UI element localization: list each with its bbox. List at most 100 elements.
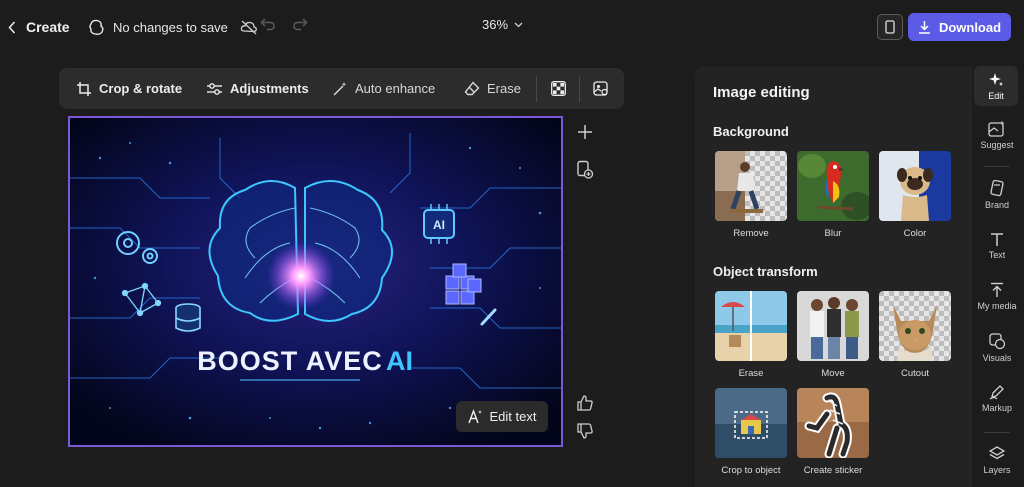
sliders-icon [207,82,222,95]
headline-text: BOOST AVEC [197,346,383,376]
obj-sticker-thumb [797,388,869,458]
rail-divider [984,432,1010,433]
auto-enhance-button[interactable]: Auto enhance [332,68,464,109]
eraser-icon [464,81,480,96]
rail-label-markup: Markup [981,403,1012,413]
thumbs-down-icon[interactable] [576,422,594,440]
rail-item-text[interactable]: Text [972,232,1022,260]
rail-item-my-media[interactable]: My media [972,282,1022,311]
adjustments-label: Adjustments [230,81,309,96]
download-button[interactable]: Download [908,13,1011,41]
rail-item-markup[interactable]: Markup [972,384,1022,413]
bg-color-thumb [879,151,951,221]
obj-crop-thumb [715,388,787,458]
obj-sticker-card[interactable]: Create sticker [797,388,869,476]
duplicate-page-icon[interactable] [576,160,594,179]
visuals-icon [988,333,1005,350]
rail-label-suggest: Suggest [980,140,1014,150]
rail-label-brand: Brand [984,200,1010,210]
bg-remove-card[interactable]: Remove [715,151,787,239]
cloud-off-icon [240,20,257,35]
rail-label-visuals: Visuals [982,353,1012,363]
bg-blur-label: Blur [824,228,842,239]
obj-sticker-label: Create sticker [803,465,863,476]
edit-text-label: Edit text [489,409,537,424]
rail-item-layers[interactable]: Layers [972,446,1022,475]
rail-label-layers: Layers [983,465,1011,475]
upload-icon [991,282,1003,297]
rail-label-text: Text [988,250,1006,260]
obj-crop-label: Crop to object [721,465,781,476]
rail-item-visuals[interactable]: Visuals [972,333,1022,363]
bg-remove-label: Remove [733,228,769,239]
zoom-value: 36% [482,17,509,32]
add-icon[interactable] [576,123,594,141]
magic-wand-icon [333,81,347,96]
ai-brain-illustration: AI BOOST AVEC AI [70,118,561,445]
chevron-left-icon [8,20,16,34]
chevron-down-icon [514,22,523,27]
rail-item-suggest[interactable]: Suggest [972,120,1022,150]
crop-rotate-button[interactable]: Crop & rotate [76,68,206,109]
rail-label-edit: Edit [988,90,1004,101]
erase-button[interactable]: Erase [464,68,536,109]
sync-icon [89,19,104,35]
bg-blur-card[interactable]: Blur [797,151,869,239]
obj-cutout-thumb [879,291,951,361]
text-icon [991,233,1003,246]
edit-text-button[interactable]: Edit text [456,401,548,432]
obj-erase-thumb [715,291,787,361]
back-label: Create [26,19,70,35]
sparkle-icon [989,72,1003,86]
adjustments-button[interactable]: Adjustments [206,68,332,109]
top-bar: Create No changes to save 36% Download [0,0,1024,55]
obj-move-card[interactable]: Move [797,291,869,379]
copy-button[interactable] [877,14,903,40]
redo-icon[interactable] [292,17,308,31]
obj-cutout-card[interactable]: Cutout [879,291,951,379]
erase-label: Erase [487,81,521,96]
rail-item-edit[interactable]: Edit [974,66,1018,106]
undo-icon[interactable] [260,17,276,31]
obj-move-thumb [797,291,869,361]
image-gear-icon [593,80,608,96]
rail-divider [984,166,1010,167]
thumbs-up-icon[interactable] [576,394,594,412]
obj-crop-card[interactable]: Crop to object [715,388,787,476]
copy-icon [885,19,895,34]
auto-enhance-label: Auto enhance [355,81,436,96]
bg-color-card[interactable]: Color [879,151,951,239]
panel-title: Image editing [713,84,810,101]
image-editing-panel: Image editing Background Remove Blur Col… [695,66,972,487]
side-rail: Edit Suggest Brand Text My media Visuals… [972,66,1024,487]
download-icon [918,21,930,34]
bg-color-label: Color [903,228,927,239]
headline-accent: AI [386,346,413,376]
checkerboard-icon [550,81,566,96]
bg-blur-thumb [797,151,869,221]
image-toolbar: Crop & rotate Adjustments Auto enhance E… [59,68,624,109]
canvas-image[interactable]: AI BOOST AVEC AI [68,116,563,447]
crop-icon [77,81,91,96]
ai-chip-label: AI [433,218,445,232]
object-transform-section-title: Object transform [713,264,818,279]
markup-icon [989,385,1004,400]
obj-cutout-label: Cutout [901,368,929,379]
download-label: Download [938,19,1002,35]
bg-remove-thumb [715,151,787,221]
zoom-dropdown[interactable]: 36% [482,17,523,32]
obj-move-label: Move [821,368,845,379]
obj-erase-card[interactable]: Erase [715,291,787,379]
obj-erase-label: Erase [738,368,764,379]
rail-item-brand[interactable]: Brand [972,180,1022,210]
image-settings-button[interactable] [580,68,622,109]
save-status-text: No changes to save [113,19,228,35]
brand-icon [990,180,1004,197]
suggest-icon [988,120,1005,137]
transparency-button[interactable] [537,68,579,109]
back-button[interactable]: Create [8,16,70,38]
crop-rotate-label: Crop & rotate [99,81,183,96]
ai-chip-graphic: AI [423,204,455,244]
background-section-title: Background [713,124,789,139]
save-status: No changes to save [88,16,258,38]
